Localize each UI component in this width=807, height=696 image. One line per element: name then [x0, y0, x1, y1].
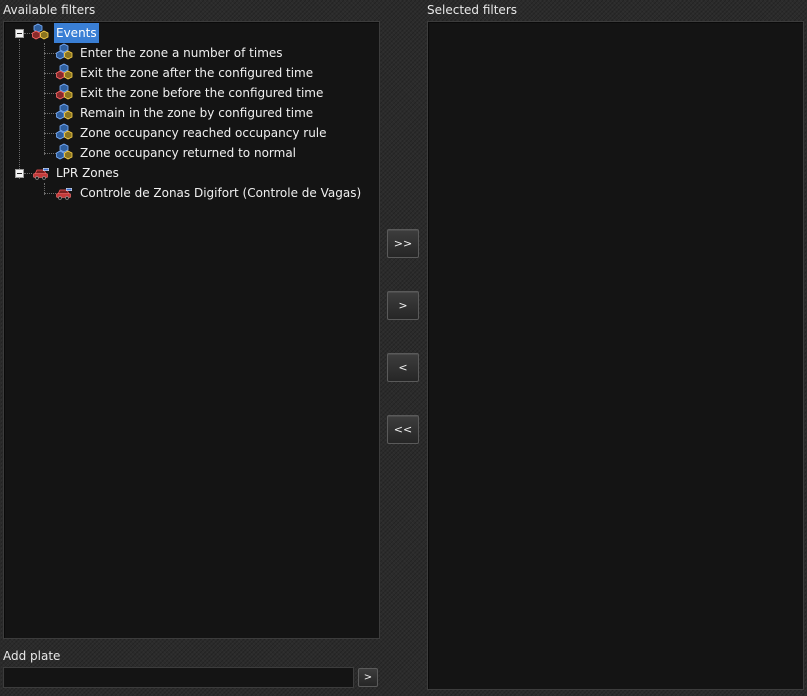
tree-connector	[24, 173, 32, 174]
tree-item-event[interactable]: Remain in the zone by configured time	[78, 103, 315, 123]
tree-item-label: Events	[54, 23, 99, 43]
add-selected-button[interactable]: >	[387, 291, 419, 320]
collapse-lpr-zones-toggle[interactable]	[15, 169, 24, 178]
tree-item-label: Controle de Zonas Digifort (Controle de …	[80, 186, 362, 200]
add-plate-label: Add plate	[3, 649, 61, 663]
tree-connector	[24, 33, 32, 34]
cubes-icon	[55, 83, 73, 101]
tree-item-event[interactable]: Exit the zone after the configured time	[78, 63, 315, 83]
selected-filters-list[interactable]	[427, 21, 804, 690]
tree-connector	[44, 43, 45, 155]
remove-selected-button[interactable]: <	[387, 353, 419, 382]
car-icon	[32, 164, 50, 182]
tree-item-label: Remain in the zone by configured time	[80, 106, 314, 120]
tree-connector	[19, 39, 20, 179]
tree-item-lpr-zone[interactable]: Controle de Zonas Digifort (Controle de …	[78, 183, 363, 203]
available-filters-tree[interactable]: Events Enter the zone a number of times …	[3, 21, 380, 639]
tree-item-events[interactable]: Events	[54, 23, 99, 43]
tree-item-label: Zone occupancy returned to normal	[80, 146, 297, 160]
available-filters-label: Available filters	[3, 3, 96, 17]
cubes-icon	[32, 23, 50, 41]
cubes-icon	[55, 43, 73, 61]
tree-item-lpr-zones[interactable]: LPR Zones	[54, 163, 121, 183]
tree-item-event[interactable]: Zone occupancy reached occupancy rule	[78, 123, 329, 143]
remove-all-button[interactable]: <<	[387, 415, 419, 444]
add-plate-input[interactable]	[3, 667, 354, 688]
tree-item-label: Zone occupancy reached occupancy rule	[80, 126, 327, 140]
tree-item-event[interactable]: Zone occupancy returned to normal	[78, 143, 298, 163]
cubes-icon	[55, 123, 73, 141]
add-all-button[interactable]: >>	[387, 229, 419, 258]
cubes-icon	[55, 103, 73, 121]
tree-item-label: Enter the zone a number of times	[80, 46, 283, 60]
cubes-icon	[55, 143, 73, 161]
tree-item-event[interactable]: Enter the zone a number of times	[78, 43, 285, 63]
add-plate-button[interactable]: >	[358, 668, 378, 687]
selected-filters-label: Selected filters	[427, 3, 517, 17]
tree-item-label: LPR Zones	[56, 166, 119, 180]
car-icon	[55, 184, 73, 202]
collapse-events-toggle[interactable]	[15, 29, 24, 38]
tree-item-label: Exit the zone before the configured time	[80, 86, 324, 100]
cubes-icon	[55, 63, 73, 81]
tree-item-event[interactable]: Exit the zone before the configured time	[78, 83, 325, 103]
tree-item-label: Exit the zone after the configured time	[80, 66, 314, 80]
